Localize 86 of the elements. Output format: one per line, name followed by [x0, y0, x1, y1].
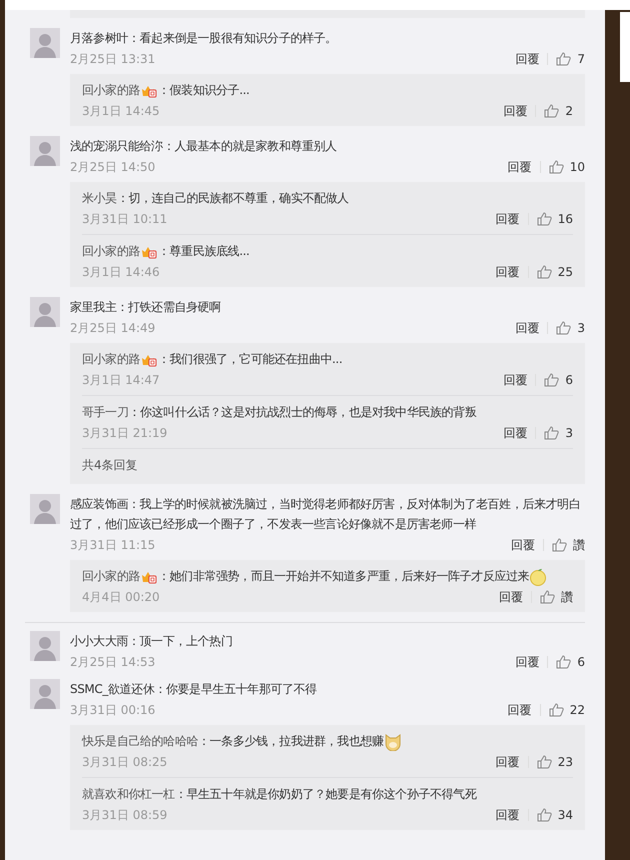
- reply-button[interactable]: 回覆: [499, 588, 523, 606]
- thumbs-up-icon: [548, 703, 564, 717]
- thumbs-up-icon: [556, 52, 572, 66]
- reply-text: ：一条多少钱，拉我进群，我也想赚: [198, 734, 384, 748]
- reply-author[interactable]: 就喜欢和你杠一杠: [82, 787, 175, 801]
- reply-time: 4月4日 00:20: [82, 588, 160, 606]
- user-avatar[interactable]: [30, 297, 60, 327]
- scrollbar-thumb[interactable]: [620, 12, 630, 82]
- like-button[interactable]: 3: [544, 426, 573, 440]
- more-replies-link[interactable]: 共4条回复: [82, 448, 573, 484]
- reply-text: ：假装知识分子...: [158, 83, 250, 97]
- thumbs-up-icon: [544, 426, 560, 440]
- comment-time: 2月25日 13:31: [70, 50, 156, 68]
- reply-time: 3月31日 10:11: [82, 210, 168, 228]
- like-button[interactable]: 22: [548, 703, 585, 717]
- like-button[interactable]: 16: [536, 212, 573, 226]
- thumbs-up-icon: [552, 538, 567, 552]
- thumbs-up-icon: [544, 104, 560, 118]
- like-button[interactable]: 讚: [540, 588, 573, 606]
- reply-time: 3月31日 21:19: [82, 424, 168, 442]
- reply-text: ：她们非常强势，而且一开始并不知道多严重，后来好一阵子才反应过来: [158, 569, 530, 583]
- reply-button[interactable]: 回覆: [496, 264, 520, 280]
- reply-author[interactable]: 快乐是自己给的哈哈哈: [82, 734, 198, 748]
- reply-time: 3月1日 14:46: [82, 264, 160, 280]
- reply-author[interactable]: 哥手一刀: [82, 405, 128, 419]
- reply-button[interactable]: 回覆: [503, 372, 528, 388]
- user-avatar[interactable]: [30, 494, 60, 524]
- thumbs-up-icon: [544, 373, 560, 387]
- reply-button[interactable]: 回覆: [496, 210, 520, 228]
- like-button[interactable]: 34: [536, 808, 573, 822]
- reply-author[interactable]: 回小家的路: [82, 352, 140, 366]
- reply-button[interactable]: 回覆: [508, 702, 532, 718]
- reply-button[interactable]: 回覆: [496, 806, 520, 824]
- thumbs-up-icon: [556, 321, 572, 335]
- like-button[interactable]: 6: [556, 655, 585, 669]
- reply-text: ：早生五十年就是你奶奶了？她要是有你这个孙子不得气死: [174, 787, 476, 801]
- thumbs-up-icon: [536, 212, 552, 226]
- like-button[interactable]: 2: [544, 104, 573, 118]
- thumbs-up-icon: [536, 808, 552, 822]
- comment-text: SSMC_欲道还休：你要是早生五十年那可了不得: [70, 681, 318, 698]
- reply-author[interactable]: 回小家的路: [82, 569, 140, 583]
- like-button[interactable]: 3: [556, 321, 585, 335]
- thumbs-up-icon: [536, 265, 552, 279]
- reply-button[interactable]: 回覆: [515, 50, 540, 68]
- comment-time: 2月25日 14:50: [70, 158, 156, 176]
- reply-button[interactable]: 回覆: [511, 536, 535, 554]
- reply-text: ：你这叫什么话？这是对抗战烈士的侮辱，也是对我中华民族的背叛: [128, 405, 476, 419]
- reply-author[interactable]: 回小家的路: [82, 244, 140, 258]
- thumbs-up-icon: [536, 755, 552, 769]
- user-avatar[interactable]: [30, 136, 60, 166]
- reply-time: 3月1日 14:47: [82, 372, 160, 388]
- comment-text: 月落参树叶：看起来倒是一股很有知识分子的样子。: [70, 30, 338, 47]
- comment-text: 小小大大雨：顶一下，上个热门: [70, 633, 234, 650]
- user-avatar[interactable]: [30, 631, 60, 661]
- like-button[interactable]: 10: [548, 160, 585, 174]
- reply-button[interactable]: 回覆: [503, 424, 528, 442]
- like-button[interactable]: 23: [536, 755, 573, 769]
- reply-text: ：我们很强了，它可能还在扭曲中...: [158, 352, 342, 366]
- comment-time: 3月31日 11:15: [70, 536, 156, 554]
- reply-author[interactable]: 回小家的路: [82, 83, 140, 97]
- thumbs-up-icon: [540, 590, 555, 604]
- comment-time: 2月25日 14:53: [70, 654, 156, 670]
- reply-time: 3月31日 08:25: [82, 754, 168, 770]
- reply-button[interactable]: 回覆: [515, 320, 540, 336]
- reply-button[interactable]: 回覆: [515, 654, 540, 670]
- like-button[interactable]: 讚: [552, 536, 585, 554]
- reply-text: ：切，连自己的民族都不尊重，确实不配做人: [116, 191, 349, 205]
- comment-time: 3月31日 00:16: [70, 702, 156, 718]
- like-button[interactable]: 6: [544, 373, 573, 387]
- reply-text: ：尊重民族底线...: [158, 244, 250, 258]
- reply-button[interactable]: 回覆: [503, 102, 528, 120]
- comment-time: 2月25日 14:49: [70, 320, 156, 336]
- user-avatar[interactable]: [30, 28, 60, 58]
- comment-text: 家里我主：打铁还需自身硬啊: [70, 299, 222, 316]
- thumbs-up-icon: [548, 160, 564, 174]
- thumbs-up-icon: [556, 655, 572, 669]
- comment-text: 感应装饰画：我上学的时候就被洗脑过，当时觉得老师都好厉害，反对体制为了老百姓，后来才明白过了，他们应该已经形成一个圈子了，不发表一些言论好像就不是厉害老师一样: [70, 496, 582, 533]
- like-button[interactable]: 7: [556, 52, 585, 66]
- reply-author[interactable]: 米小昊: [82, 191, 117, 205]
- reply-time: 3月1日 14:45: [82, 102, 160, 120]
- reply-time: 3月31日 08:59: [82, 806, 168, 824]
- reply-button[interactable]: 回覆: [508, 158, 532, 176]
- comment-text: 浅的宠溺只能给沵：人最基本的就是家教和尊重别人: [70, 138, 338, 155]
- reply-button[interactable]: 回覆: [496, 754, 520, 770]
- like-button[interactable]: 25: [536, 265, 573, 279]
- user-avatar[interactable]: [30, 679, 60, 709]
